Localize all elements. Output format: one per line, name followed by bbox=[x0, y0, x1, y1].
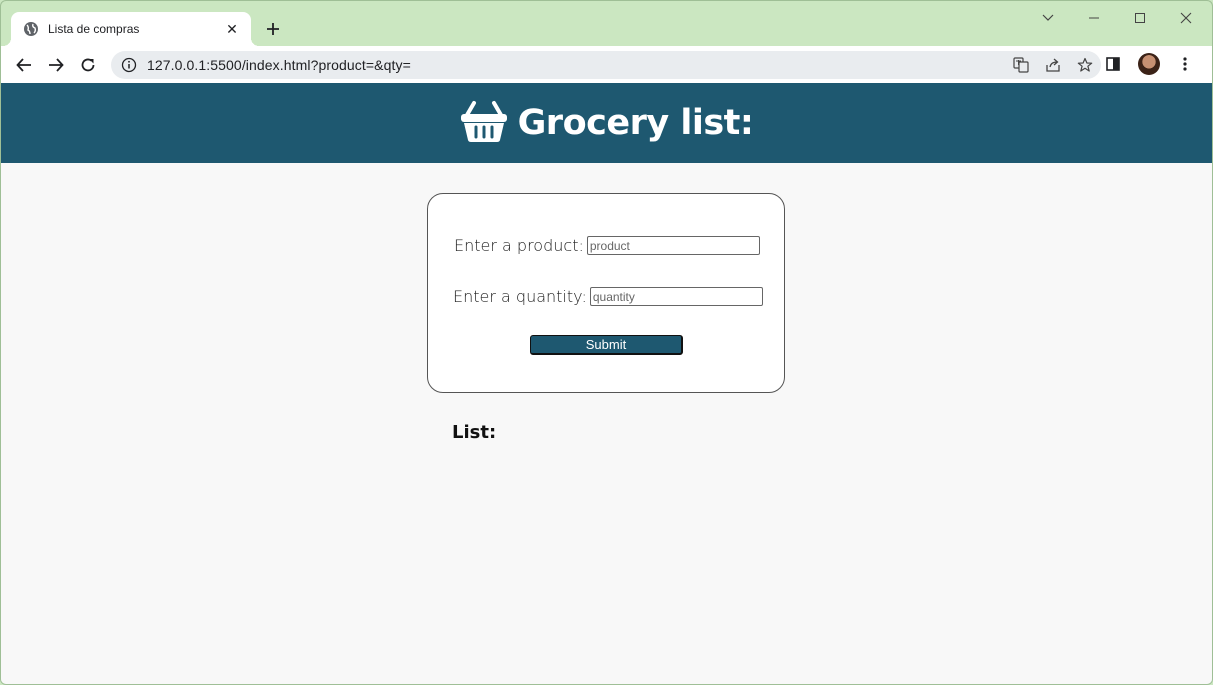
tab-search-button[interactable] bbox=[1025, 1, 1071, 35]
maximize-icon bbox=[1135, 13, 1145, 23]
avatar bbox=[1138, 53, 1160, 75]
close-window-button[interactable] bbox=[1163, 1, 1209, 35]
quantity-input[interactable] bbox=[589, 287, 763, 306]
product-row: Enter a product: bbox=[454, 236, 760, 255]
quantity-row: Enter a quantity: bbox=[453, 287, 763, 306]
back-button[interactable] bbox=[10, 51, 38, 79]
minimize-button[interactable] bbox=[1071, 1, 1117, 35]
page-viewport: Grocery list: Enter a product: Enter a q… bbox=[1, 83, 1212, 684]
maximize-button[interactable] bbox=[1117, 1, 1163, 35]
url-text: 127.0.0.1:5500/index.html?product=&qty= bbox=[147, 57, 411, 73]
arrow-left-icon bbox=[16, 57, 31, 72]
chevron-down-icon bbox=[1042, 14, 1054, 21]
page-title: Grocery list: bbox=[517, 103, 754, 143]
tab-lista-de-compras[interactable]: Lista de compras ✕ bbox=[3, 12, 259, 46]
tab-strip: Lista de compras ✕ bbox=[1, 1, 1212, 46]
tab-title: Lista de compras bbox=[48, 22, 140, 36]
list-heading: List: bbox=[452, 422, 497, 443]
basket-icon bbox=[460, 99, 508, 148]
reload-button[interactable] bbox=[74, 51, 102, 79]
reload-icon bbox=[81, 58, 95, 71]
info-icon[interactable] bbox=[121, 57, 137, 73]
globe-icon bbox=[23, 21, 39, 37]
translate-icon[interactable] bbox=[1011, 55, 1031, 75]
browser-toolbar: 127.0.0.1:5500/index.html?product=&qty= bbox=[1, 46, 1212, 83]
arrow-right-icon bbox=[49, 57, 64, 72]
toolbar-right bbox=[1100, 51, 1198, 77]
minimize-icon bbox=[1089, 17, 1099, 19]
omnibox-actions bbox=[1011, 55, 1095, 75]
close-icon bbox=[1180, 12, 1192, 24]
address-bar[interactable]: 127.0.0.1:5500/index.html?product=&qty= bbox=[111, 51, 1101, 79]
side-panel-icon[interactable] bbox=[1100, 51, 1126, 77]
product-label: Enter a product: bbox=[454, 236, 584, 255]
forward-button[interactable] bbox=[42, 51, 70, 79]
grocery-form: Enter a product: Enter a quantity: Submi… bbox=[427, 193, 785, 393]
plus-icon bbox=[267, 23, 279, 35]
browser-window: Lista de compras ✕ 127.0.0.1:5500/index.… bbox=[0, 0, 1213, 685]
submit-button[interactable]: Submit bbox=[530, 335, 683, 355]
profile-avatar[interactable] bbox=[1136, 51, 1162, 77]
star-icon[interactable] bbox=[1075, 55, 1095, 75]
product-input[interactable] bbox=[586, 236, 760, 255]
quantity-label: Enter a quantity: bbox=[453, 287, 587, 306]
site-header: Grocery list: bbox=[1, 83, 1212, 163]
menu-kebab-icon[interactable] bbox=[1172, 51, 1198, 77]
share-icon[interactable] bbox=[1043, 55, 1063, 75]
new-tab-button[interactable] bbox=[262, 18, 284, 40]
tab-close-icon[interactable]: ✕ bbox=[223, 20, 241, 38]
